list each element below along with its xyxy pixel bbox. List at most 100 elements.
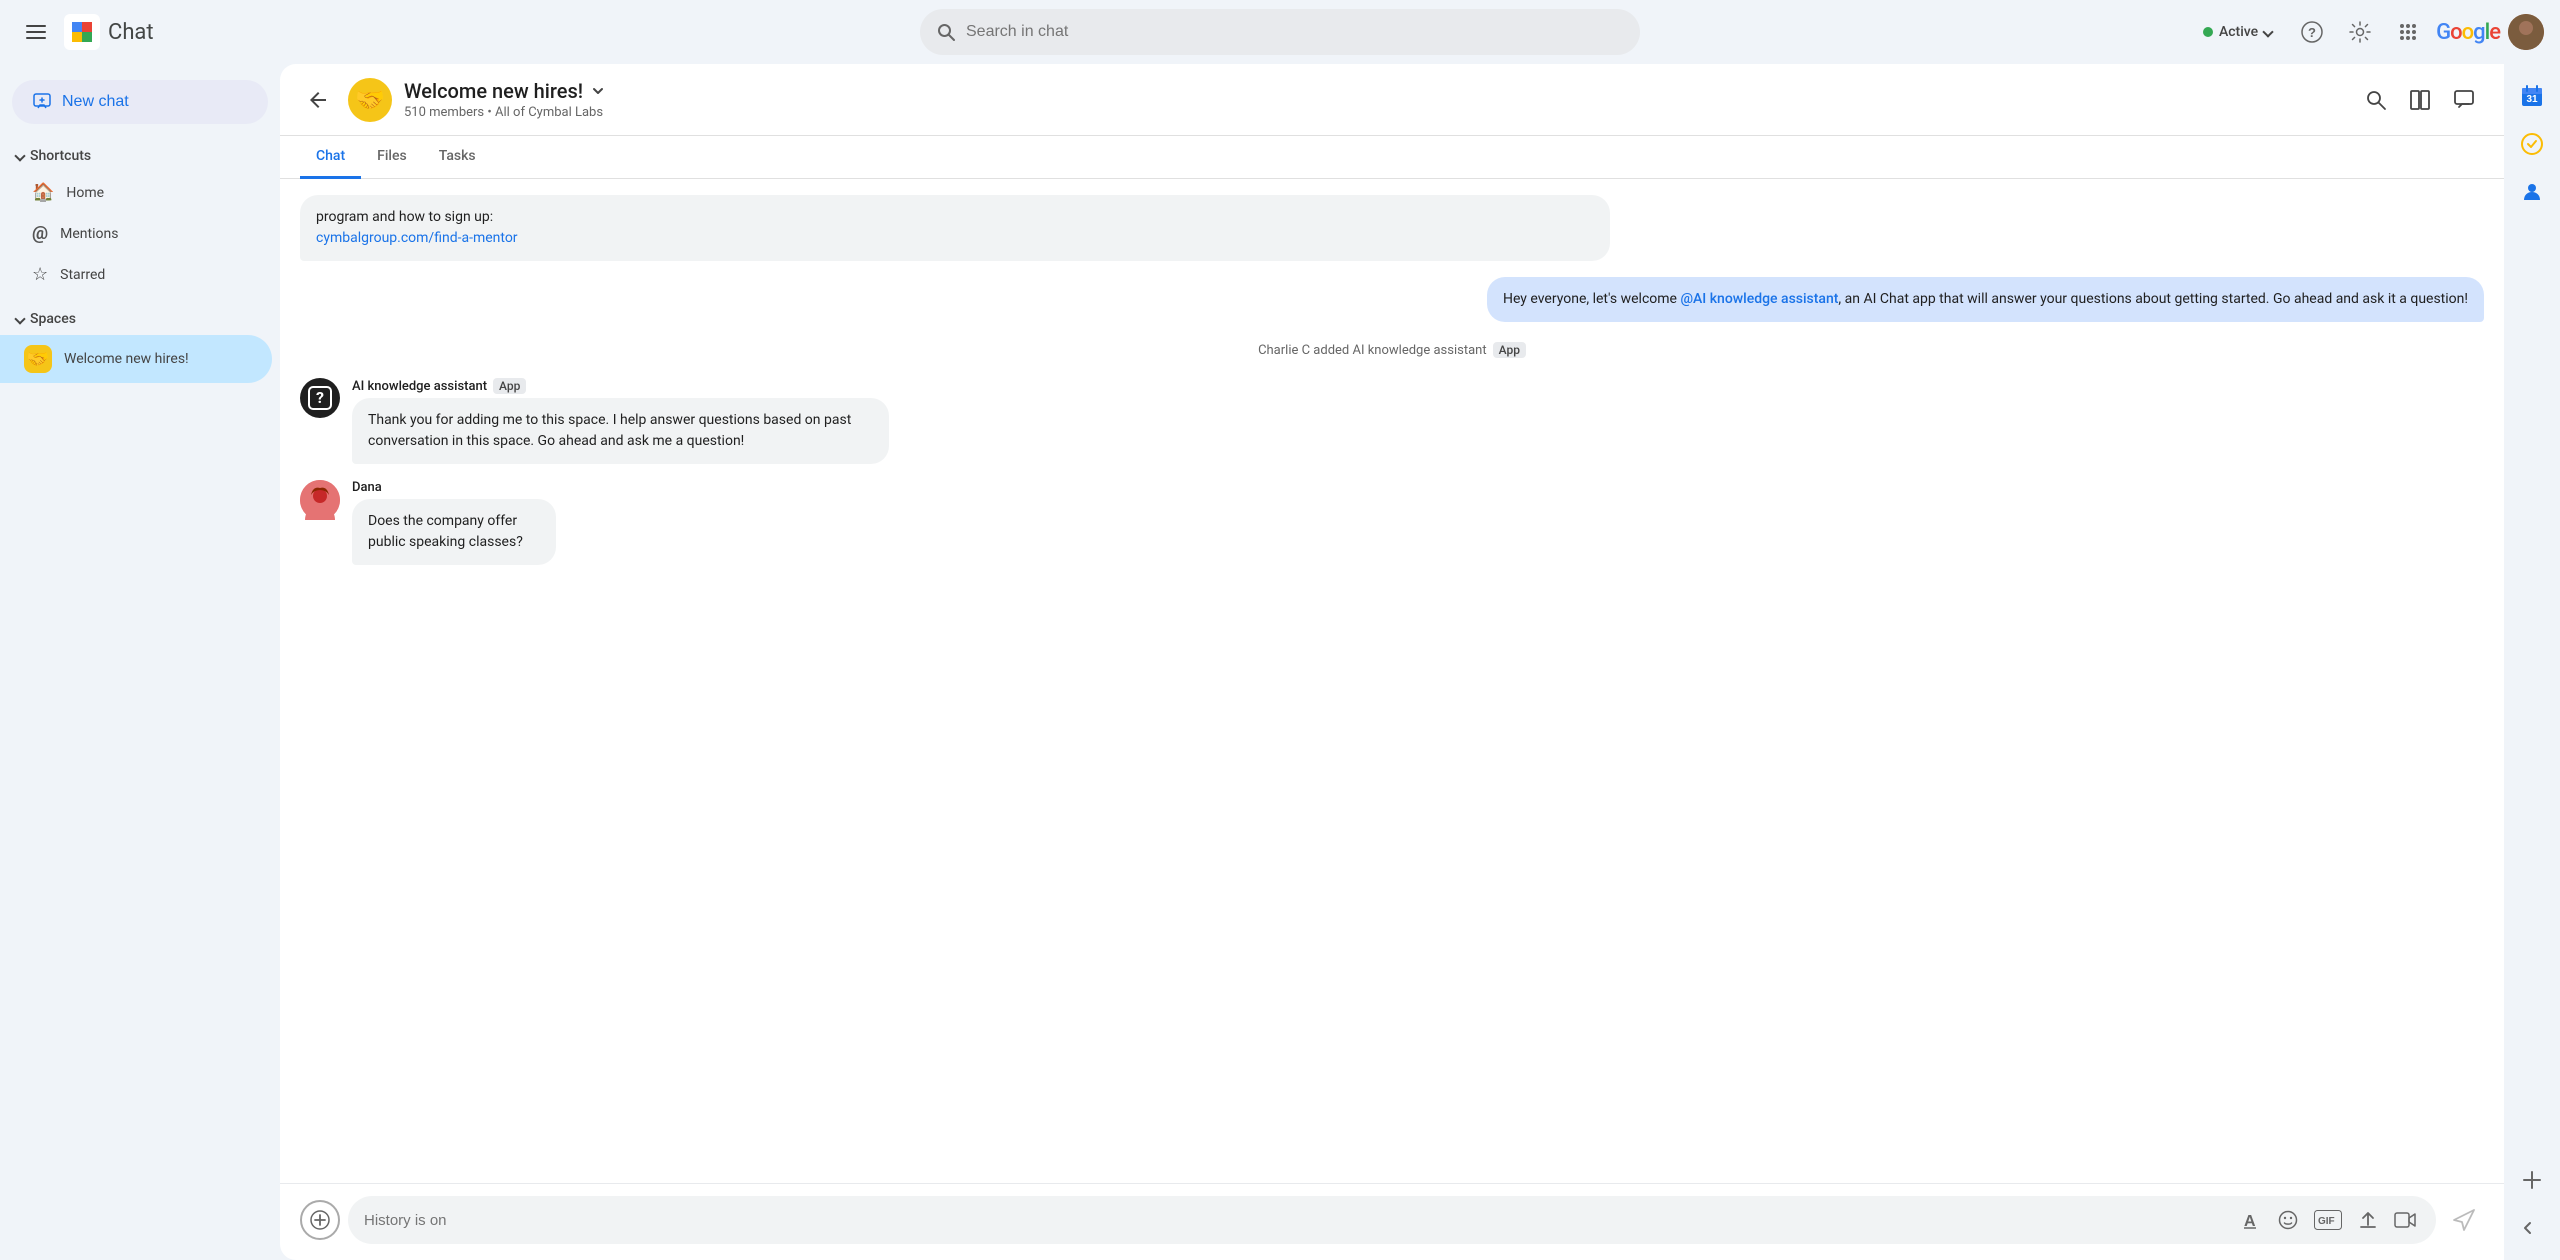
- dana-sender-name: Dana: [352, 480, 691, 495]
- main-content: 🤝 Welcome new hires! 510 members • All o…: [280, 64, 2504, 1260]
- message-row-self: Hey everyone, let's welcome @AI knowledg…: [300, 277, 2484, 322]
- back-arrow-icon: [306, 88, 330, 112]
- tasks-icon: [2520, 132, 2544, 156]
- nav-left: Chat: [16, 12, 376, 52]
- rail-expand-button[interactable]: [2512, 1208, 2552, 1248]
- channel-icon: 🤝: [348, 78, 392, 122]
- top-navigation: Chat Active ?: [0, 0, 2560, 64]
- system-message-text: Charlie C added AI knowledge assistant: [1258, 343, 1487, 358]
- channel-title-chevron-icon[interactable]: [589, 82, 607, 100]
- sidebar-item-home[interactable]: 🏠 Home: [0, 172, 272, 213]
- gif-button[interactable]: GIF: [2310, 1206, 2346, 1234]
- chevron-down-icon: [2264, 24, 2272, 40]
- emoji-button[interactable]: [2274, 1206, 2302, 1234]
- back-button[interactable]: [300, 82, 336, 118]
- ai-app-badge: App: [493, 378, 526, 394]
- text-format-icon: A: [2242, 1210, 2262, 1230]
- send-icon: [2452, 1208, 2476, 1232]
- ai-sender: AI knowledge assistant App: [352, 378, 1247, 394]
- spaces-section: Spaces 🤝 Welcome new hires!: [0, 303, 280, 383]
- rail-calendar-button[interactable]: 31: [2512, 76, 2552, 116]
- ai-message-bubble: Thank you for adding me to this space. I…: [352, 398, 889, 464]
- upload-icon: [2358, 1210, 2378, 1230]
- main-layout: New chat Shortcuts 🏠 Home @ Mentions ☆ S…: [0, 64, 2560, 1260]
- shortcuts-label: Shortcuts: [30, 148, 91, 164]
- message-text: program and how to sign up:: [316, 209, 493, 225]
- dana-avatar: [300, 480, 340, 520]
- video-button[interactable]: [2390, 1206, 2420, 1234]
- svg-text:GIF: GIF: [2318, 1216, 2335, 1227]
- new-chat-button[interactable]: New chat: [12, 80, 268, 124]
- channel-info: Welcome new hires! 510 members • All of …: [404, 79, 2344, 120]
- grid-icon: [2397, 21, 2419, 43]
- help-icon: ?: [2301, 21, 2323, 43]
- channel-meta: 510 members • All of Cymbal Labs: [404, 105, 2344, 120]
- channel-layout-button[interactable]: [2400, 80, 2440, 120]
- channel-scope: All of Cymbal Labs: [495, 105, 603, 120]
- message-input[interactable]: [364, 1212, 2230, 1229]
- sidebar-item-welcome-new-hires[interactable]: 🤝 Welcome new hires!: [0, 335, 272, 383]
- ai-avatar: ?: [300, 378, 340, 418]
- channel-search-button[interactable]: [2356, 80, 2396, 120]
- channel-threads-button[interactable]: [2444, 80, 2484, 120]
- channel-title: Welcome new hires!: [404, 79, 2344, 103]
- search-container: [920, 9, 1640, 55]
- gear-icon: [2349, 21, 2371, 43]
- scope-separator: •: [487, 105, 495, 120]
- dana-avatar-image: [300, 480, 340, 520]
- svg-text:?: ?: [2308, 25, 2316, 40]
- user-avatar[interactable]: [2508, 14, 2544, 50]
- message-bubble-self: Hey everyone, let's welcome @AI knowledg…: [1487, 277, 2484, 322]
- status-label: Active: [2219, 24, 2258, 40]
- gif-icon: GIF: [2314, 1210, 2342, 1230]
- spaces-chevron-icon: [14, 313, 25, 324]
- hamburger-menu-button[interactable]: [16, 12, 56, 52]
- message-text-before: Hey everyone, let's welcome: [1503, 291, 1680, 307]
- space-label: Welcome new hires!: [64, 351, 189, 367]
- message-row: program and how to sign up: cymbalgroup.…: [300, 195, 2484, 261]
- tab-files[interactable]: Files: [361, 136, 423, 179]
- message-bubble: program and how to sign up: cymbalgroup.…: [300, 195, 1610, 261]
- help-button[interactable]: ?: [2292, 12, 2332, 52]
- status-indicator[interactable]: Active: [2191, 18, 2284, 46]
- svg-text:31: 31: [2526, 94, 2538, 105]
- ai-avatar-icon: ?: [307, 385, 333, 411]
- sidebar-item-mentions[interactable]: @ Mentions: [0, 213, 272, 254]
- tab-tasks[interactable]: Tasks: [423, 136, 492, 179]
- svg-text:?: ?: [316, 388, 324, 407]
- text-format-button[interactable]: A: [2238, 1206, 2266, 1234]
- ai-message-text: Thank you for adding me to this space. I…: [368, 412, 851, 449]
- shortcuts-header[interactable]: Shortcuts: [0, 140, 280, 172]
- search-channel-icon: [2365, 89, 2387, 111]
- message-link[interactable]: cymbalgroup.com/find-a-mentor: [316, 230, 518, 246]
- contacts-icon: [2520, 180, 2544, 204]
- tab-chat[interactable]: Chat: [300, 136, 361, 179]
- app-title: Chat: [108, 20, 154, 45]
- rail-add-button[interactable]: [2512, 1160, 2552, 1200]
- system-message: Charlie C added AI knowledge assistant A…: [300, 338, 2484, 362]
- starred-label: Starred: [60, 267, 105, 283]
- upload-button[interactable]: [2354, 1206, 2382, 1234]
- dana-message-bubble: Does the company offer public speaking c…: [352, 499, 556, 565]
- star-icon: ☆: [32, 264, 48, 285]
- nav-right: Active ?: [2184, 12, 2544, 52]
- add-attachment-button[interactable]: [300, 1200, 340, 1240]
- search-input[interactable]: [966, 23, 1624, 41]
- space-emoji: 🤝: [24, 345, 52, 373]
- message-text-after: , an AI Chat app that will answer your q…: [1838, 291, 2468, 307]
- new-chat-label: New chat: [62, 93, 129, 111]
- rail-contacts-button[interactable]: [2512, 172, 2552, 212]
- home-label: Home: [66, 185, 104, 201]
- ai-message-row: ? AI knowledge assistant App Thank you f…: [300, 378, 2484, 464]
- settings-button[interactable]: [2340, 12, 2380, 52]
- spaces-header[interactable]: Spaces: [0, 303, 280, 335]
- mentions-label: Mentions: [60, 226, 118, 242]
- rail-tasks-button[interactable]: [2512, 124, 2552, 164]
- mentions-icon: @: [32, 223, 48, 244]
- input-area: A GIF: [280, 1183, 2504, 1260]
- calendar-icon: 31: [2520, 84, 2544, 108]
- apps-grid-button[interactable]: [2388, 12, 2428, 52]
- sidebar-item-starred[interactable]: ☆ Starred: [0, 254, 272, 295]
- tabs-bar: Chat Files Tasks: [280, 136, 2504, 179]
- send-button[interactable]: [2444, 1200, 2484, 1240]
